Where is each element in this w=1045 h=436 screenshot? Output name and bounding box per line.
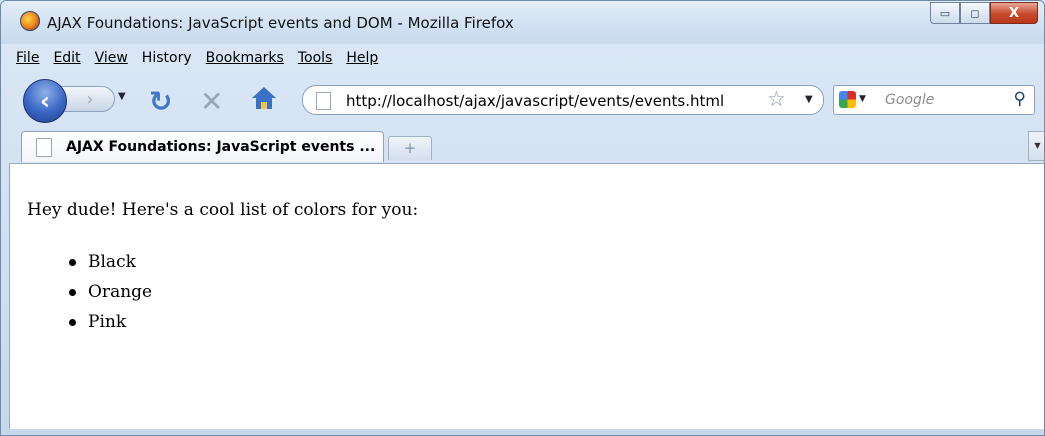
menu-bookmarks[interactable]: Bookmarks: [199, 48, 291, 70]
menu-edit[interactable]: Edit: [46, 48, 87, 70]
google-engine-icon[interactable]: [839, 91, 856, 108]
menu-help-label: Help: [346, 50, 379, 66]
maximize-button[interactable]: ◻: [960, 2, 990, 24]
intro-text: Hey dude! Here's a cool list of colors f…: [27, 200, 419, 220]
title-bar[interactable]: AJAX Foundations: JavaScript events and …: [1, 1, 1044, 44]
search-input[interactable]: Google: [885, 92, 934, 108]
tab-label: AJAX Foundations: JavaScript events ...: [66, 139, 376, 155]
menu-history[interactable]: History: [135, 48, 199, 70]
minimize-icon: ▭: [939, 6, 951, 20]
page-identity-icon[interactable]: [316, 92, 331, 110]
window-title: AJAX Foundations: JavaScript events and …: [47, 14, 514, 32]
search-bar[interactable]: ▼ Google ⚲: [833, 85, 1035, 115]
home-door-shape: [261, 102, 267, 109]
close-icon: X: [1008, 5, 1020, 21]
back-arrow-icon: ‹: [40, 87, 50, 115]
window-bottom-edge: [9, 429, 1044, 435]
menu-file[interactable]: File: [9, 48, 46, 70]
menu-bookmarks-label: Bookmarks: [205, 50, 284, 66]
menu-view-label: View: [94, 50, 128, 66]
close-button[interactable]: X: [990, 2, 1038, 24]
address-bar[interactable]: http://localhost/ajax/javascript/events/…: [302, 85, 824, 115]
home-roof-shape: [252, 87, 276, 98]
list-item: Pink: [49, 307, 152, 337]
page-icon: [36, 138, 52, 157]
menu-help[interactable]: Help: [339, 48, 385, 70]
tab-bar: AJAX Foundations: JavaScript events ... …: [1, 128, 1044, 162]
menu-history-label: History: [141, 50, 192, 66]
list-item: Orange: [49, 277, 152, 307]
list-item: Black: [49, 247, 152, 277]
home-icon[interactable]: [249, 87, 279, 115]
menu-bar: File Edit View History Bookmarks Tools H…: [9, 48, 385, 70]
history-dropdown-icon[interactable]: ▼: [118, 91, 126, 102]
stop-icon[interactable]: ✕: [200, 85, 223, 118]
color-list: Black Orange Pink: [49, 247, 152, 337]
reload-icon[interactable]: ↻: [149, 85, 172, 118]
menu-file-label: File: [16, 50, 40, 66]
url-dropdown-icon[interactable]: ▼: [805, 94, 813, 105]
url-input[interactable]: http://localhost/ajax/javascript/events/…: [346, 92, 724, 110]
forward-arrow-icon: ›: [86, 88, 94, 110]
new-tab-button[interactable]: +: [388, 136, 432, 160]
bookmark-star-icon[interactable]: ☆: [767, 87, 786, 111]
back-button[interactable]: ‹: [23, 79, 67, 123]
search-engine-dropdown-icon[interactable]: ▼: [859, 94, 866, 104]
page-content: Hey dude! Here's a cool list of colors f…: [9, 163, 1044, 430]
plus-icon: +: [403, 139, 417, 157]
window-controls: ▭ ◻ X: [930, 2, 1038, 24]
menu-tools[interactable]: Tools: [291, 48, 340, 70]
tab-list-dropdown-icon[interactable]: ▼: [1028, 131, 1044, 161]
menu-tools-label: Tools: [297, 50, 333, 66]
search-icon[interactable]: ⚲: [1014, 89, 1026, 109]
minimize-button[interactable]: ▭: [930, 2, 960, 24]
menu-edit-label: Edit: [53, 50, 81, 66]
maximize-icon: ◻: [970, 6, 980, 20]
firefox-logo-icon: [20, 11, 40, 31]
menu-view[interactable]: View: [88, 48, 135, 70]
navigation-toolbar: › ‹ ▼ ↻ ✕ http://localhost/ajax/javascri…: [1, 74, 1044, 123]
tab-active[interactable]: AJAX Foundations: JavaScript events ...: [21, 131, 384, 162]
browser-window: AJAX Foundations: JavaScript events and …: [0, 0, 1045, 436]
